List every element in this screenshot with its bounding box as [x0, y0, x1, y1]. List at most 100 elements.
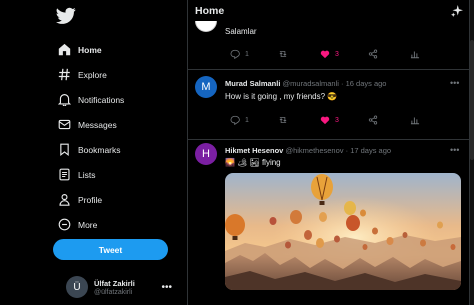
tweet-more-button[interactable]: ••• [450, 78, 459, 88]
tweet-text: Salamlar [225, 27, 257, 36]
avatar[interactable]: M [195, 76, 217, 98]
page-title: Home [195, 5, 225, 17]
scrollbar[interactable] [470, 0, 474, 305]
retweet-action[interactable] [278, 49, 288, 59]
author-name[interactable]: Hikmet Hesenov [225, 146, 283, 155]
nav-item-profile[interactable]: Profile [57, 187, 124, 212]
sparkle-icon[interactable] [451, 5, 463, 17]
list-icon [57, 168, 71, 182]
tweet-time: 16 days ago [345, 79, 387, 88]
balloon [319, 212, 327, 222]
share-icon [368, 115, 378, 125]
avatar[interactable]: H [195, 143, 217, 165]
twitter-bird-icon[interactable] [56, 7, 76, 25]
main-nav: Home Explore Notifications Messages Book… [57, 37, 124, 237]
tweet[interactable]: M Murad Salmanli @muradsalmanli · 16 day… [188, 70, 469, 140]
like-count: 3 [335, 116, 339, 124]
nav-label: Messages [78, 119, 117, 130]
tweet-header: Hikmet Hesenov @hikmethesenov · 17 days … [225, 146, 392, 155]
author-handle[interactable]: @muradsalmanli [283, 79, 339, 88]
person-icon [57, 193, 71, 207]
balloon [386, 237, 394, 245]
sidebar: Home Explore Notifications Messages Book… [0, 0, 188, 305]
heart-icon [320, 116, 330, 125]
reply-icon [230, 49, 240, 59]
hashtag-icon [57, 68, 71, 82]
nav-label: Profile [78, 194, 103, 205]
nav-item-notifications[interactable]: Notifications [57, 87, 124, 112]
reply-action[interactable]: 1 [230, 49, 249, 59]
balloon [269, 217, 277, 225]
balloon [360, 209, 366, 217]
tweet-photo[interactable] [225, 173, 461, 290]
bookmark-icon [57, 143, 71, 157]
nav-label: Lists [78, 169, 96, 180]
tweet-text: 🌄 🏕 🏜 flying [225, 158, 281, 167]
nav-label: Explore [78, 69, 107, 80]
analytics-action[interactable] [410, 115, 420, 125]
more-circle-icon [57, 218, 71, 232]
account-name: Ülfat Zakirli [94, 278, 135, 288]
tweet-actions: 1 3 [230, 49, 430, 61]
balloon [402, 232, 408, 238]
tweet-time: 17 days ago [350, 146, 392, 155]
balloon [334, 235, 340, 243]
reply-icon [230, 115, 240, 125]
balloon [316, 238, 324, 248]
balloon [346, 215, 360, 231]
retweet-icon [279, 51, 287, 57]
more-dots-icon[interactable]: ••• [161, 282, 172, 293]
nav-label: Bookmarks [78, 144, 121, 155]
tweet-actions: 1 3 [230, 115, 430, 127]
home-icon [57, 43, 71, 57]
nav-label: Notifications [78, 94, 125, 105]
scrollbar-thumb[interactable] [470, 40, 474, 160]
balloon [372, 227, 378, 235]
balloon [285, 241, 291, 249]
share-action[interactable] [368, 49, 378, 59]
author-handle[interactable]: @hikmethesenov [285, 146, 343, 155]
retweet-icon [279, 117, 287, 123]
reply-action[interactable]: 1 [230, 115, 249, 125]
bell-icon [57, 93, 71, 107]
balloon [450, 244, 456, 250]
tweet-text: How is it going , my friends? 😎 [225, 92, 338, 101]
share-action[interactable] [368, 115, 378, 125]
share-icon [368, 49, 378, 59]
account-names: Ülfat Zakirli @ülfatzakirli [94, 279, 135, 296]
tweet-more-button[interactable]: ••• [450, 145, 459, 155]
reply-count: 1 [245, 50, 249, 58]
tweet-button[interactable]: Tweet [53, 239, 168, 260]
nav-item-bookmarks[interactable]: Bookmarks [57, 137, 124, 162]
analytics-icon [410, 117, 420, 125]
like-count: 3 [335, 50, 339, 58]
balloon [304, 230, 312, 240]
balloon [420, 239, 426, 247]
nav-item-lists[interactable]: Lists [57, 162, 124, 187]
analytics-action[interactable] [410, 49, 420, 59]
like-action[interactable]: 3 [320, 115, 339, 125]
tweet-header: Murad Salmanli @muradsalmanli · 16 days … [225, 79, 387, 88]
author-name[interactable]: Murad Salmanli [225, 79, 280, 88]
timeline: Home Salamlar 1 3 [188, 0, 470, 305]
analytics-icon [410, 51, 420, 59]
avatar: Ü [66, 276, 88, 298]
account-switcher[interactable]: Ü Ülfat Zakirli @ülfatzakirli ••• [66, 274, 176, 300]
balloon [344, 201, 356, 215]
account-handle: @ülfatzakirli [94, 288, 133, 296]
balloon [290, 210, 302, 224]
nav-item-explore[interactable]: Explore [57, 62, 124, 87]
nav-label: More [78, 219, 98, 230]
nav-item-more[interactable]: More [57, 212, 124, 237]
nav-label: Home [78, 44, 102, 55]
reply-count: 1 [245, 116, 249, 124]
nav-item-messages[interactable]: Messages [57, 112, 124, 137]
nav-item-home[interactable]: Home [57, 37, 124, 62]
heart-icon [320, 50, 330, 59]
balloon [362, 244, 368, 250]
like-action[interactable]: 3 [320, 49, 339, 59]
envelope-icon [57, 118, 71, 132]
header-layer: Home [188, 0, 469, 22]
balloon [437, 221, 443, 229]
retweet-action[interactable] [278, 115, 288, 125]
